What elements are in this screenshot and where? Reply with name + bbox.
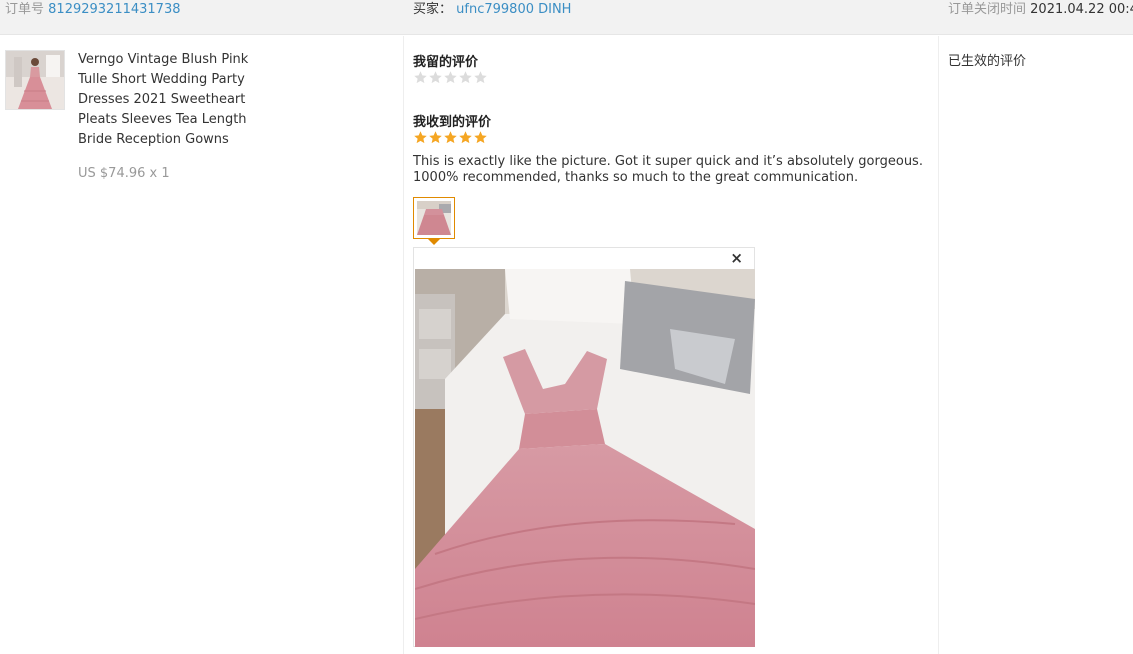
star-icon bbox=[444, 71, 457, 84]
close-icon[interactable]: × bbox=[730, 251, 743, 266]
order-number-label: 订单号 bbox=[5, 2, 45, 17]
left-feedback-rating bbox=[413, 70, 488, 85]
buyer-label: 买家： bbox=[413, 2, 453, 17]
product-price: US $74.96 x 1 bbox=[78, 166, 170, 181]
product-image bbox=[6, 51, 64, 109]
review-photo-thumb-image bbox=[417, 201, 451, 235]
left-feedback-title: 我留的评价 bbox=[413, 55, 479, 70]
feedback-status: 已生效的评价 bbox=[948, 54, 1027, 69]
star-icon bbox=[429, 131, 442, 144]
review-photo bbox=[415, 269, 755, 647]
column-divider bbox=[938, 36, 939, 654]
product-title-line: Verngo Vintage Blush Pink bbox=[78, 52, 249, 67]
star-icon bbox=[444, 131, 457, 144]
product-title-line: Tulle Short Wedding Party bbox=[78, 72, 245, 87]
buyer-group: 买家： ufnc799800 DINH bbox=[413, 2, 571, 18]
review-text: This is exactly like the picture. Got it… bbox=[413, 154, 923, 185]
star-icon bbox=[429, 71, 442, 84]
product-title-line: Bride Reception Gowns bbox=[78, 132, 229, 147]
buyer-name-link[interactable]: ufnc799800 DINH bbox=[456, 2, 571, 17]
order-number-group: 订单号 8129293211431738 bbox=[5, 2, 181, 18]
close-time-value: 2021.04.22 00:40 bbox=[1030, 2, 1133, 17]
product-title-line: Pleats Sleeves Tea Length bbox=[78, 112, 247, 127]
thumbnail-caret bbox=[428, 239, 440, 245]
product-title-link[interactable]: Verngo Vintage Blush Pink Tulle Short We… bbox=[78, 50, 258, 150]
close-time-group: 订单关闭时间 2021.04.22 00:40 bbox=[948, 2, 1133, 18]
received-feedback-title: 我收到的评价 bbox=[413, 115, 492, 130]
star-icon bbox=[459, 131, 472, 144]
product-thumbnail[interactable] bbox=[5, 50, 65, 110]
star-icon bbox=[414, 71, 427, 84]
received-feedback-rating bbox=[413, 130, 488, 145]
review-photo-viewer: × bbox=[413, 247, 755, 647]
column-divider bbox=[403, 36, 404, 654]
product-title-line: Dresses 2021 Sweetheart bbox=[78, 92, 246, 107]
order-header: 订单号 8129293211431738 买家： ufnc799800 DINH… bbox=[0, 0, 1133, 35]
order-number-link[interactable]: 8129293211431738 bbox=[48, 2, 180, 17]
star-icon bbox=[474, 131, 487, 144]
close-time-label: 订单关闭时间 bbox=[948, 2, 1027, 17]
review-photo-image bbox=[415, 269, 755, 647]
star-icon bbox=[459, 71, 472, 84]
star-icon bbox=[474, 71, 487, 84]
review-photo-thumbnail[interactable] bbox=[413, 197, 455, 239]
viewer-toolbar: × bbox=[414, 248, 754, 269]
star-icon bbox=[414, 131, 427, 144]
